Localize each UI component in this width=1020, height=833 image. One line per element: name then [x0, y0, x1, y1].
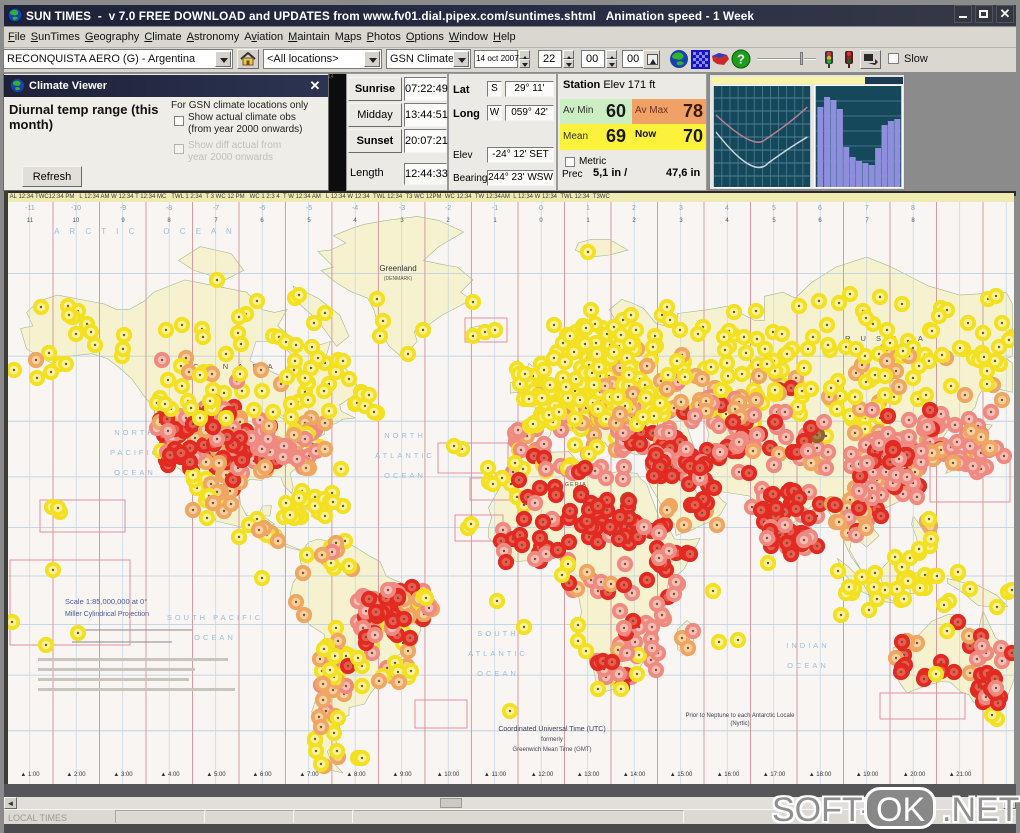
- svg-text:(DENMARK): (DENMARK): [384, 276, 413, 282]
- svg-text:4: 4: [725, 205, 729, 212]
- svg-text:▲ 10:00: ▲ 10:00: [437, 772, 460, 778]
- svg-text:SOUTH: SOUTH: [477, 629, 518, 638]
- svg-text:Miller Cylindrical Projection: Miller Cylindrical Projection: [65, 611, 149, 618]
- svg-text:2: 2: [632, 205, 636, 212]
- svg-text:▲ 8:00: ▲ 8:00: [346, 772, 366, 778]
- svg-text:▲ 15:00: ▲ 15:00: [670, 772, 693, 778]
- svg-text:OCEAN: OCEAN: [384, 471, 426, 480]
- svg-text:3: 3: [679, 205, 683, 212]
- svg-text:▲ 13:00: ▲ 13:00: [577, 772, 600, 778]
- svg-text:-8: -8: [166, 205, 172, 212]
- svg-text:-3: -3: [399, 205, 405, 212]
- svg-text:▲ 14:00: ▲ 14:00: [623, 772, 646, 778]
- svg-text:▲ 9:00: ▲ 9:00: [392, 772, 412, 778]
- svg-text:▲ 6:00: ▲ 6:00: [252, 772, 272, 778]
- svg-text:▲ 21:00: ▲ 21:00: [949, 772, 972, 778]
- svg-text:Scale 1:85,000,000 at 0°: Scale 1:85,000,000 at 0°: [65, 597, 147, 606]
- svg-text:?: ?: [737, 52, 745, 67]
- svg-text:-9: -9: [120, 205, 126, 212]
- svg-text:▲ 16:00: ▲ 16:00: [717, 772, 740, 778]
- svg-text:▲ 20:00: ▲ 20:00: [903, 772, 926, 778]
- svg-text:11: 11: [27, 218, 34, 224]
- svg-text:▲ 1:00: ▲ 1:00: [20, 772, 40, 778]
- svg-text:▲ 2:00: ▲ 2:00: [66, 772, 86, 778]
- svg-text:OCEAN: OCEAN: [477, 669, 519, 678]
- svg-text:ATLANTIC: ATLANTIC: [468, 649, 528, 658]
- svg-text:OCEAN: OCEAN: [114, 468, 156, 477]
- svg-text:A R C T I C O C E A N: A R C T I C O C E A N: [54, 227, 236, 236]
- svg-text:▲ 7:00: ▲ 7:00: [299, 772, 319, 778]
- svg-text:7: 7: [865, 205, 869, 212]
- svg-text:▲ 4:00: ▲ 4:00: [160, 772, 180, 778]
- svg-text:▲ 18:00: ▲ 18:00: [809, 772, 832, 778]
- svg-text:0: 0: [539, 205, 543, 212]
- svg-text:-1: -1: [492, 205, 498, 212]
- svg-text:-4: -4: [352, 205, 358, 212]
- svg-text:formerly: formerly: [541, 737, 563, 743]
- svg-text:-7: -7: [213, 205, 219, 212]
- svg-text:▲ 3:00: ▲ 3:00: [113, 772, 133, 778]
- svg-text:6: 6: [818, 205, 822, 212]
- svg-text:▲ 17:00: ▲ 17:00: [763, 772, 786, 778]
- svg-text:-5: -5: [306, 205, 312, 212]
- svg-text:Prior to Neptune to each Antar: Prior to Neptune to each Antarctic Local…: [685, 713, 795, 719]
- svg-text:Greenland: Greenland: [379, 264, 416, 273]
- svg-text:10: 10: [73, 218, 80, 224]
- svg-text:1: 1: [586, 205, 590, 212]
- svg-text:NORTH: NORTH: [384, 431, 426, 440]
- svg-text:▲ 5:00: ▲ 5:00: [206, 772, 226, 778]
- svg-text:(Nyrtic): (Nyrtic): [730, 721, 749, 727]
- svg-text:ATLANTIC: ATLANTIC: [375, 451, 435, 460]
- svg-text:-6: -6: [259, 205, 265, 212]
- svg-text:-11: -11: [25, 205, 35, 212]
- svg-text:8: 8: [911, 205, 915, 212]
- svg-text:-10: -10: [71, 205, 81, 212]
- svg-text:▲ 19:00: ▲ 19:00: [856, 772, 879, 778]
- svg-text:5: 5: [772, 205, 776, 212]
- svg-text:▲ 11:00: ▲ 11:00: [484, 772, 507, 778]
- svg-text:OCEAN: OCEAN: [194, 633, 236, 642]
- svg-text:-2: -2: [445, 205, 451, 212]
- svg-text:▲ 12:00: ▲ 12:00: [531, 772, 554, 778]
- svg-text:OCEAN: OCEAN: [787, 661, 829, 670]
- svg-text:PACIFIC: PACIFIC: [110, 448, 160, 457]
- svg-text:INDIAN: INDIAN: [786, 641, 829, 650]
- svg-text:Greenwich Mean Time (GMT): Greenwich Mean Time (GMT): [512, 747, 591, 753]
- svg-text:SOUTH PACIFIC: SOUTH PACIFIC: [167, 613, 263, 622]
- svg-text:Coordinated Universal Time (UT: Coordinated Universal Time (UTC): [498, 726, 605, 733]
